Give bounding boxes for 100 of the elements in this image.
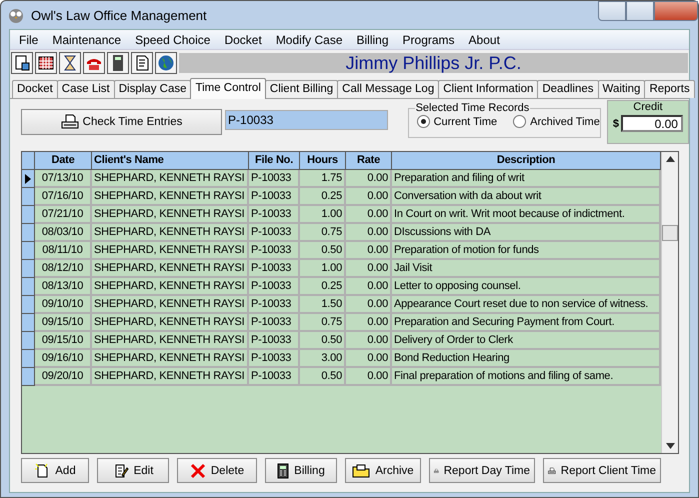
table-cell: P-10033 (249, 368, 300, 386)
table-cell: 0.00 (346, 296, 392, 314)
table-cell: 1.00 (300, 260, 346, 278)
table-cell: 0.00 (346, 206, 392, 224)
table-cell: SHEPHARD, KENNETH RAYSI (92, 296, 249, 314)
table-cell: Final preparation of motions and filing of same. (392, 368, 661, 386)
table-cell: SHEPHARD, KENNETH RAYSI (92, 260, 249, 278)
tab[interactable]: Reports (644, 80, 695, 98)
table-cell: 0.00 (346, 278, 392, 296)
table-cell: 0.75 (300, 224, 346, 242)
globe-icon (157, 54, 175, 72)
menu-item[interactable]: File (12, 32, 46, 46)
table-cell: 1.50 (300, 296, 346, 314)
toolbar-button[interactable] (107, 52, 129, 74)
table-cell: P-10033 (249, 332, 300, 350)
radio-label: Archived Time (530, 116, 600, 128)
action-button[interactable]: Report Client Time (543, 458, 661, 483)
table-cell: P-10033 (249, 260, 300, 278)
tab[interactable]: Docket (12, 80, 58, 98)
current-row-arrow-icon (25, 174, 31, 184)
maximize-button[interactable] (626, 1, 654, 21)
table-cell: 0.00 (346, 260, 392, 278)
table-cell: 0.00 (346, 224, 392, 242)
table-cell: Appearance Court reset due to non service of witness. (392, 296, 661, 314)
table-cell: 3.00 (300, 350, 346, 368)
action-button[interactable]: Archive (345, 458, 421, 483)
table-cell: 0.00 (346, 350, 392, 368)
table-cell: 09/10/10 (35, 296, 92, 314)
tab[interactable]: Time Control (190, 78, 266, 99)
menu-item[interactable]: Maintenance (45, 32, 128, 46)
scrollbar-thumb[interactable] (662, 224, 678, 240)
toolbar-button[interactable] (11, 52, 33, 74)
toolbar-button[interactable] (35, 52, 57, 74)
credit-label: Credit (633, 101, 663, 113)
minimize-button[interactable] (598, 1, 626, 21)
table-cell: DIscussions with DA (392, 224, 661, 242)
table-cell: P-10033 (249, 278, 300, 296)
column-header[interactable]: Rate (346, 152, 392, 170)
check-time-entries-button[interactable]: Check Time Entries (21, 109, 222, 135)
table-cell: 0.00 (346, 368, 392, 386)
table-cell: 0.00 (346, 242, 392, 260)
table-cell: 07/21/10 (35, 206, 92, 224)
table-cell: 09/15/10 (35, 314, 92, 332)
menu-item[interactable]: Programs (396, 32, 462, 46)
table-cell: Preparation and filing of writ (392, 170, 661, 188)
toolbar-button[interactable] (83, 52, 105, 74)
action-button[interactable]: Delete (177, 458, 257, 483)
toolbar-button[interactable] (155, 52, 177, 74)
table-cell: Delivery of Order to Clerk (392, 332, 661, 350)
table-cell: P-10033 (249, 170, 300, 188)
table-cell: SHEPHARD, KENNETH RAYSI (92, 224, 249, 242)
table-cell: Preparation of motion for funds (392, 242, 661, 260)
table-cell: Bond Reduction Hearing (392, 350, 661, 368)
table-cell: Letter to opposing counsel. (392, 278, 661, 296)
table-cell: SHEPHARD, KENNETH RAYSI (92, 242, 249, 260)
credit-field[interactable]: 0.00 (620, 115, 683, 132)
table-cell: P-10033 (249, 350, 300, 368)
action-button[interactable]: Edit (97, 458, 169, 483)
column-header[interactable]: Hours (300, 152, 346, 170)
table-cell: In Court on writ. Writ moot because of indictment. (392, 206, 661, 224)
toolbar-button[interactable] (131, 52, 153, 74)
toolbar-button[interactable] (59, 52, 81, 74)
action-button[interactable]: Report Day Time (429, 458, 535, 483)
table-cell: SHEPHARD, KENNETH RAYSI (92, 314, 249, 332)
file-number-field[interactable]: P-10033 (225, 110, 388, 130)
menu-item[interactable]: Modify Case (268, 32, 350, 46)
radio-button[interactable] (416, 115, 430, 128)
radio-button[interactable] (513, 115, 526, 128)
menu-item[interactable]: Docket (217, 32, 269, 46)
table-cell: P-10033 (249, 224, 300, 242)
menu-item[interactable]: About (462, 32, 507, 46)
action-button[interactable]: Add (21, 458, 89, 483)
radio-label: Current Time (434, 116, 498, 128)
table-cell: P-10033 (249, 206, 300, 224)
currency-symbol: $ (612, 118, 619, 130)
table-cell: P-10033 (249, 296, 300, 314)
table-cell: 0.25 (300, 188, 346, 206)
table-cell: SHEPHARD, KENNETH RAYSI (92, 206, 249, 224)
scroll-down-icon[interactable] (666, 443, 674, 449)
row-selector[interactable] (22, 170, 35, 188)
table-cell: 0.00 (346, 188, 392, 206)
firm-name-banner: Jimmy Phillips Jr. P.C. (179, 53, 688, 73)
printer-icon (60, 114, 79, 130)
column-header[interactable]: Description (392, 152, 661, 170)
close-button[interactable] (654, 1, 698, 21)
action-button[interactable]: Billing (265, 458, 337, 483)
table-cell: 0.50 (300, 332, 346, 350)
scroll-up-icon[interactable] (666, 156, 674, 162)
table-cell: 08/11/10 (35, 242, 92, 260)
table-cell: P-10033 (249, 314, 300, 332)
column-header[interactable]: Client's Name (92, 152, 249, 170)
table-cell: 07/16/10 (35, 188, 92, 206)
table-cell: 0.50 (300, 242, 346, 260)
column-header[interactable]: File No. (249, 152, 300, 170)
table-cell: 08/12/10 (35, 260, 92, 278)
menu-item[interactable]: Billing (350, 32, 396, 46)
calendar-icon (37, 54, 55, 72)
menu-item[interactable]: Speed Choice (128, 32, 218, 46)
new-document-icon (34, 462, 50, 478)
column-header[interactable]: Date (35, 152, 92, 170)
